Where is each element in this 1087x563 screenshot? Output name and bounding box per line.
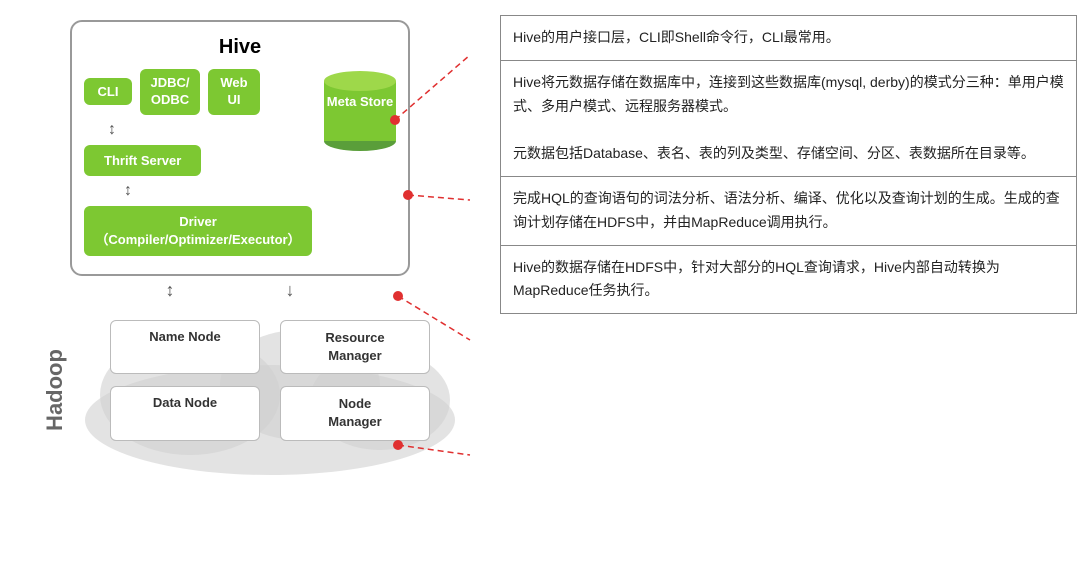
hive-box: Hive CLI JDBC/ ODBC Web UI ↕ <box>70 20 410 276</box>
annotation-1: Hive的用户接口层，CLI即Shell命令行，CLI最常用。 <box>500 15 1077 61</box>
hadoop-nodes: Name Node Resource Manager Data Node Nod… <box>110 320 430 441</box>
annotations-area: Hive的用户接口层，CLI即Shell命令行，CLI最常用。 Hive将元数据… <box>490 10 1077 553</box>
thrift-server: Thrift Server <box>84 145 201 176</box>
hadoop-label: Hadoop <box>42 349 68 431</box>
diagram-area: Hive CLI JDBC/ ODBC Web UI ↕ <box>10 10 490 553</box>
hive-to-hadoop-arrows: ↕ ↓ <box>110 280 350 301</box>
jdbc-button: JDBC/ ODBC <box>140 69 200 115</box>
driver-button: Driver（Compiler/Optimizer/Executor） <box>84 206 312 256</box>
hadoop-area: Hadoop Name Node Resource Manager Data N… <box>40 305 460 475</box>
cli-button: CLI <box>84 78 132 105</box>
metastore: Meta Store <box>324 71 396 151</box>
annotation-3: 完成HQL的查询语句的词法分析、语法分析、编译、优化以及查询计划的生成。生成的查… <box>500 176 1077 246</box>
name-node: Name Node <box>110 320 260 374</box>
annotation-2: Hive将元数据存储在数据库中，连接到这些数据库(mysql, derby)的模… <box>500 60 1077 177</box>
resource-manager: Resource Manager <box>280 320 430 374</box>
data-node: Data Node <box>110 386 260 440</box>
webui-button: Web UI <box>208 69 260 115</box>
node-manager: Node Manager <box>280 386 430 440</box>
hive-title: Hive <box>84 36 396 59</box>
annotation-4: Hive的数据存储在HDFS中，针对大部分的HQL查询请求，Hive内部自动转换… <box>500 245 1077 315</box>
